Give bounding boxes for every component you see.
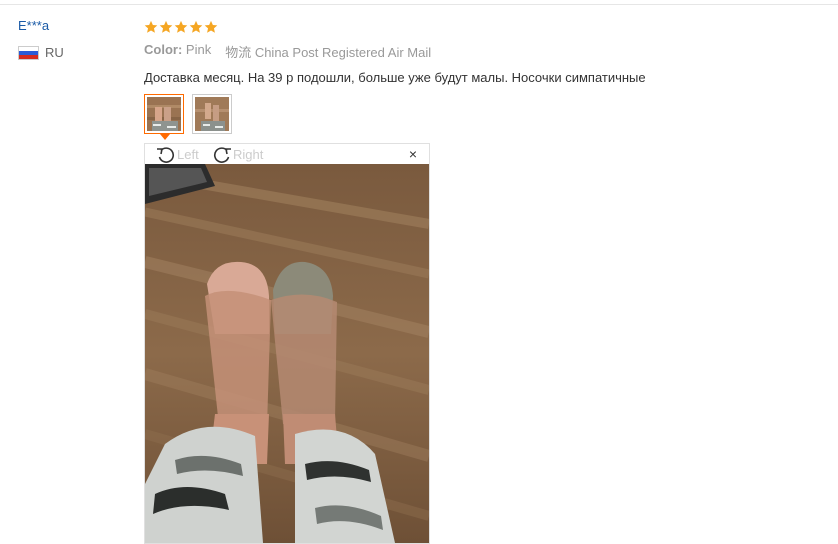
buyer-country: RU [18,45,64,60]
shipping-method: 物流 China Post Registered Air Mail [225,45,432,60]
photo-thumbnail-image [195,97,229,131]
star-icon [189,20,203,33]
order-meta: Color: Pink 物流 China Post Registered Air… [144,42,824,61]
color-attribute: Color: Pink [144,42,211,61]
color-label: Color: [144,42,183,57]
color-value: Pink [185,42,212,57]
review-body: Color: Pink 物流 China Post Registered Air… [144,18,824,140]
buyer-name: E***a [18,18,50,33]
star-icon [159,20,173,33]
rotate-left-icon [157,147,175,163]
review-text: Доставка месяц. На 39 р подошли, больше … [144,70,646,85]
divider [0,4,838,5]
russia-flag-icon [18,45,39,60]
photo-thumbnail-image [147,97,181,131]
photo-thumbnail-1[interactable] [144,94,184,140]
star-icon [204,20,218,33]
star-icon [144,20,158,33]
rotate-right-label: Right [233,146,264,162]
close-icon[interactable]: × [409,146,417,162]
photo-thumbnail-2[interactable] [192,94,232,134]
rotate-right-button[interactable]: Right [211,145,263,163]
buyer-info: E***a RU [18,18,64,60]
rotate-left-label: Left [177,146,199,162]
rotate-left-button[interactable]: Left [155,145,199,163]
country-code: RU [45,45,64,60]
review-photo [145,164,429,543]
rotate-right-icon [213,147,231,163]
star-icon [174,20,188,33]
photo-viewer: Left Right × [144,143,430,544]
star-rating [144,18,824,36]
photo-thumbnails [144,94,824,140]
viewer-toolbar: Left Right × [145,144,429,164]
